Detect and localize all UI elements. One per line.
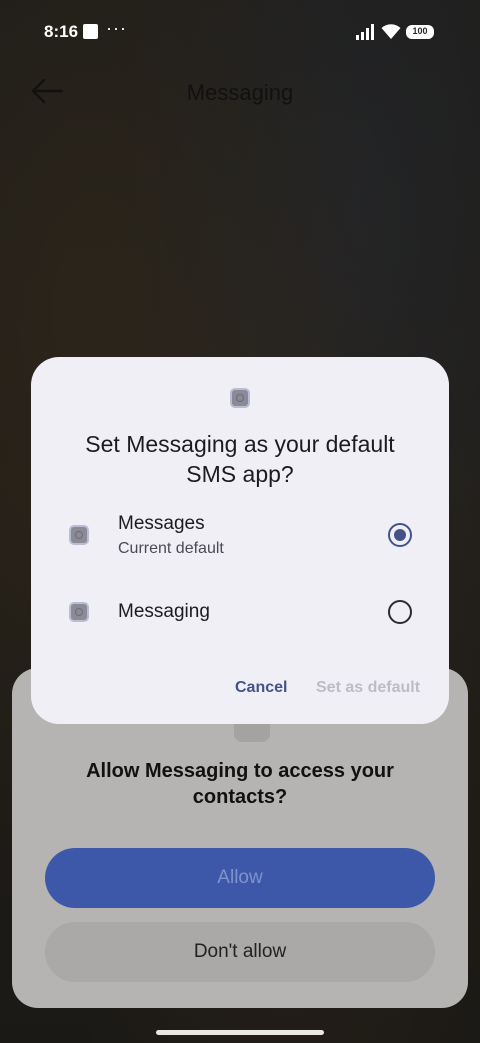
status-bar: 8:16 ··· 100 [0, 0, 480, 64]
page-title: Messaging [186, 80, 294, 105]
messaging-app-icon [69, 602, 89, 622]
option-messaging[interactable]: Messaging [31, 582, 449, 642]
wifi-icon [381, 24, 401, 39]
radio-unselected[interactable] [388, 600, 412, 624]
permission-title: Allow Messaging to access your contacts? [86, 760, 394, 808]
allow-button[interactable]: Allow [45, 848, 435, 908]
dialog-title: Set Messaging as your default SMS app? [85, 431, 395, 487]
messages-app-icon [69, 525, 89, 545]
battery-icon: 100 [406, 25, 434, 39]
home-indicator[interactable] [156, 1030, 324, 1035]
option-messages[interactable]: Messages Current default [31, 507, 449, 567]
dont-allow-button[interactable]: Don't allow [45, 922, 435, 982]
radio-selected[interactable] [388, 523, 412, 547]
app-toolbar: Messaging [0, 64, 480, 120]
option-label: Messaging [118, 601, 210, 622]
status-time: 8:16 [44, 22, 79, 41]
option-label: Messages [118, 513, 205, 534]
messaging-app-icon [230, 388, 250, 408]
default-sms-dialog: Set Messaging as your default SMS app? M… [31, 357, 449, 724]
option-sublabel: Current default [118, 540, 224, 557]
notification-icon [83, 24, 98, 39]
set-as-default-button[interactable]: Set as default [316, 679, 420, 697]
more-notifications-icon: ··· [106, 18, 127, 38]
signal-icon [356, 24, 374, 40]
cancel-button[interactable]: Cancel [235, 679, 287, 697]
